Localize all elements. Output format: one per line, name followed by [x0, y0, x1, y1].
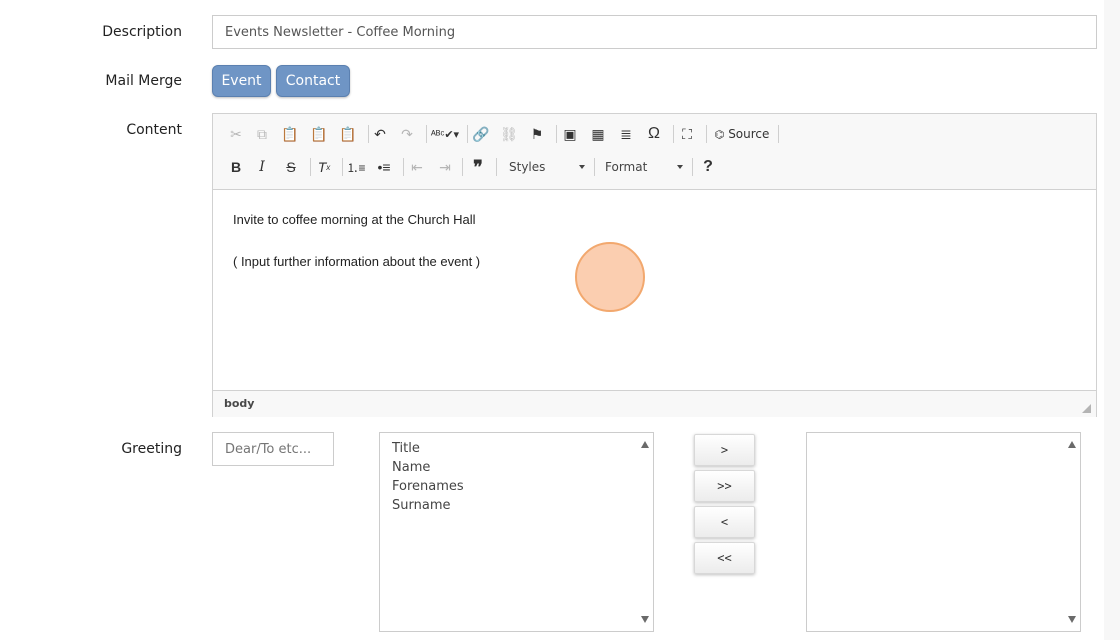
list-item[interactable]: Title	[392, 441, 420, 456]
add-all-fields-button[interactable]: >>	[694, 470, 755, 502]
format-dropdown[interactable]: Format	[599, 156, 689, 178]
image-icon[interactable]: ▣	[561, 122, 579, 146]
scroll-up-icon[interactable]	[641, 441, 649, 448]
description-input[interactable]: Events Newsletter - Coffee Morning	[212, 15, 1097, 49]
scroll-up-icon[interactable]	[1068, 441, 1076, 448]
remove-format-icon[interactable]: Tx	[315, 155, 333, 179]
scroll-down-icon[interactable]	[641, 616, 649, 623]
format-chevron-down-icon	[677, 165, 683, 169]
maximize-icon[interactable]: ⛶	[678, 122, 696, 146]
content-line: Invite to coffee morning at the Church H…	[233, 212, 476, 227]
cut-icon[interactable]: ✂	[227, 122, 245, 146]
resize-grip-icon[interactable]	[1082, 404, 1091, 413]
styles-label: Styles	[509, 160, 546, 174]
special-character-icon[interactable]: Ω	[645, 122, 663, 146]
blockquote-icon[interactable]: ❞	[469, 155, 487, 179]
bulleted-list-icon[interactable]: •≡	[375, 155, 393, 179]
source-label: Source	[728, 127, 770, 141]
link-icon[interactable]: 🔗	[472, 122, 490, 146]
remove-field-button[interactable]: <	[694, 506, 755, 538]
element-path[interactable]: body	[224, 397, 254, 410]
page-scrollbar[interactable]	[1104, 0, 1120, 640]
styles-chevron-down-icon	[579, 165, 585, 169]
table-icon[interactable]: ▦	[589, 122, 607, 146]
editor-content-area[interactable]: Invite to coffee morning at the Church H…	[213, 190, 1096, 389]
strikethrough-icon[interactable]: S	[282, 155, 300, 179]
contact-merge-button[interactable]: Contact	[276, 65, 350, 97]
greeting-label: Greeting	[121, 441, 182, 457]
source-button[interactable]: ⌬ Source	[711, 122, 773, 146]
styles-dropdown[interactable]: Styles	[503, 156, 591, 178]
bold-icon[interactable]: B	[227, 155, 245, 179]
list-item[interactable]: Name	[392, 460, 430, 475]
copy-icon[interactable]: ⧉	[253, 122, 271, 146]
content-label: Content	[126, 122, 182, 138]
add-field-button[interactable]: >	[694, 434, 755, 466]
cursor-highlight	[575, 242, 645, 312]
scroll-down-icon[interactable]	[1068, 616, 1076, 623]
mail-merge-label: Mail Merge	[105, 73, 182, 89]
redo-icon[interactable]: ↷	[398, 122, 416, 146]
available-fields-list[interactable]: Title Name Forenames Surname	[379, 432, 654, 632]
rich-text-editor: ✂ ⧉ 📋 📋 📋 ↶ ↷ ᴬᴮᶜ✔▾ 🔗 ⛓ ⚑ ▣ ▦ ≣ Ω ⛶ ⌬ So…	[212, 113, 1097, 417]
event-merge-button[interactable]: Event	[212, 65, 271, 97]
remove-all-fields-button[interactable]: <<	[694, 542, 755, 574]
source-icon: ⌬	[714, 127, 725, 141]
paste-icon[interactable]: 📋	[281, 122, 299, 146]
increase-indent-icon[interactable]: ⇥	[436, 155, 454, 179]
anchor-flag-icon[interactable]: ⚑	[528, 122, 546, 146]
italic-icon[interactable]: I	[253, 155, 271, 179]
selected-fields-list[interactable]	[806, 432, 1081, 632]
paste-text-icon[interactable]: 📋	[310, 122, 328, 146]
decrease-indent-icon[interactable]: ⇤	[408, 155, 426, 179]
editor-toolbar: ✂ ⧉ 📋 📋 📋 ↶ ↷ ᴬᴮᶜ✔▾ 🔗 ⛓ ⚑ ▣ ▦ ≣ Ω ⛶ ⌬ So…	[213, 114, 1096, 190]
list-item[interactable]: Surname	[392, 498, 450, 513]
undo-icon[interactable]: ↶	[371, 122, 389, 146]
format-label: Format	[605, 160, 648, 174]
unlink-icon[interactable]: ⛓	[500, 122, 518, 146]
spellcheck-icon[interactable]: ᴬᴮᶜ✔▾	[431, 122, 459, 146]
list-item[interactable]: Forenames	[392, 479, 464, 494]
content-line: ( Input further information about the ev…	[233, 254, 481, 269]
numbered-list-icon[interactable]: ⒈≡	[347, 155, 366, 179]
description-label: Description	[102, 24, 182, 40]
editor-status-bar: body	[213, 390, 1096, 417]
help-icon[interactable]: ?	[699, 155, 717, 179]
greeting-input[interactable]	[212, 432, 334, 466]
horizontal-rule-icon[interactable]: ≣	[617, 122, 635, 146]
paste-word-icon[interactable]: 📋	[339, 122, 357, 146]
